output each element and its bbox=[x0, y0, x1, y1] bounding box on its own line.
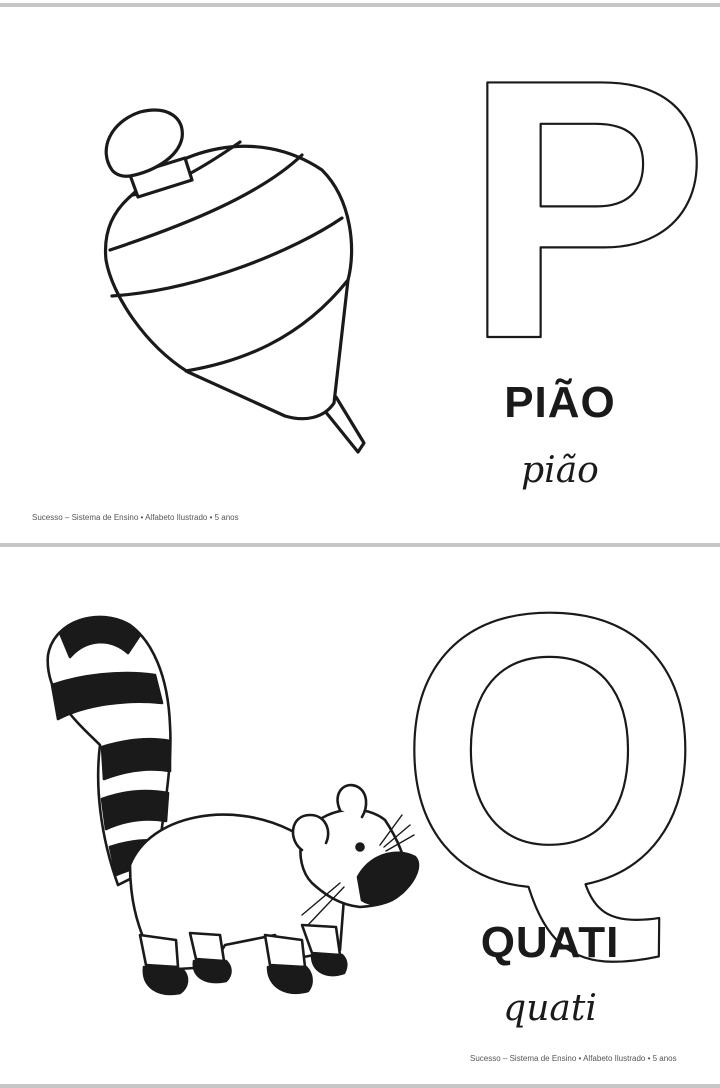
footer-credit: Sucesso – Sistema de Ensino • Alfabeto I… bbox=[470, 1054, 677, 1063]
letter-outline: Q bbox=[397, 531, 703, 969]
word-cursive: pião bbox=[521, 450, 599, 491]
letter-glyph: P bbox=[463, 3, 710, 416]
letter-glyph: Q bbox=[398, 532, 701, 968]
footer-credit: Sucesso – Sistema de Ensino • Alfabeto I… bbox=[32, 513, 239, 522]
page-letter-q: Q QUATI quati Sucesso – Sistema de Ensin… bbox=[0, 531, 720, 1088]
coati-icon bbox=[46, 615, 420, 996]
letter-outline: P bbox=[462, 2, 711, 417]
word-print: PIÃO bbox=[504, 378, 616, 427]
word-cursive: quati bbox=[503, 988, 597, 1029]
spinning-top-icon bbox=[103, 108, 366, 454]
word-print: QUATI bbox=[480, 918, 620, 967]
page-letter-p: P PIÃO pião Sucesso – Sistema de Ensino … bbox=[0, 0, 720, 545]
